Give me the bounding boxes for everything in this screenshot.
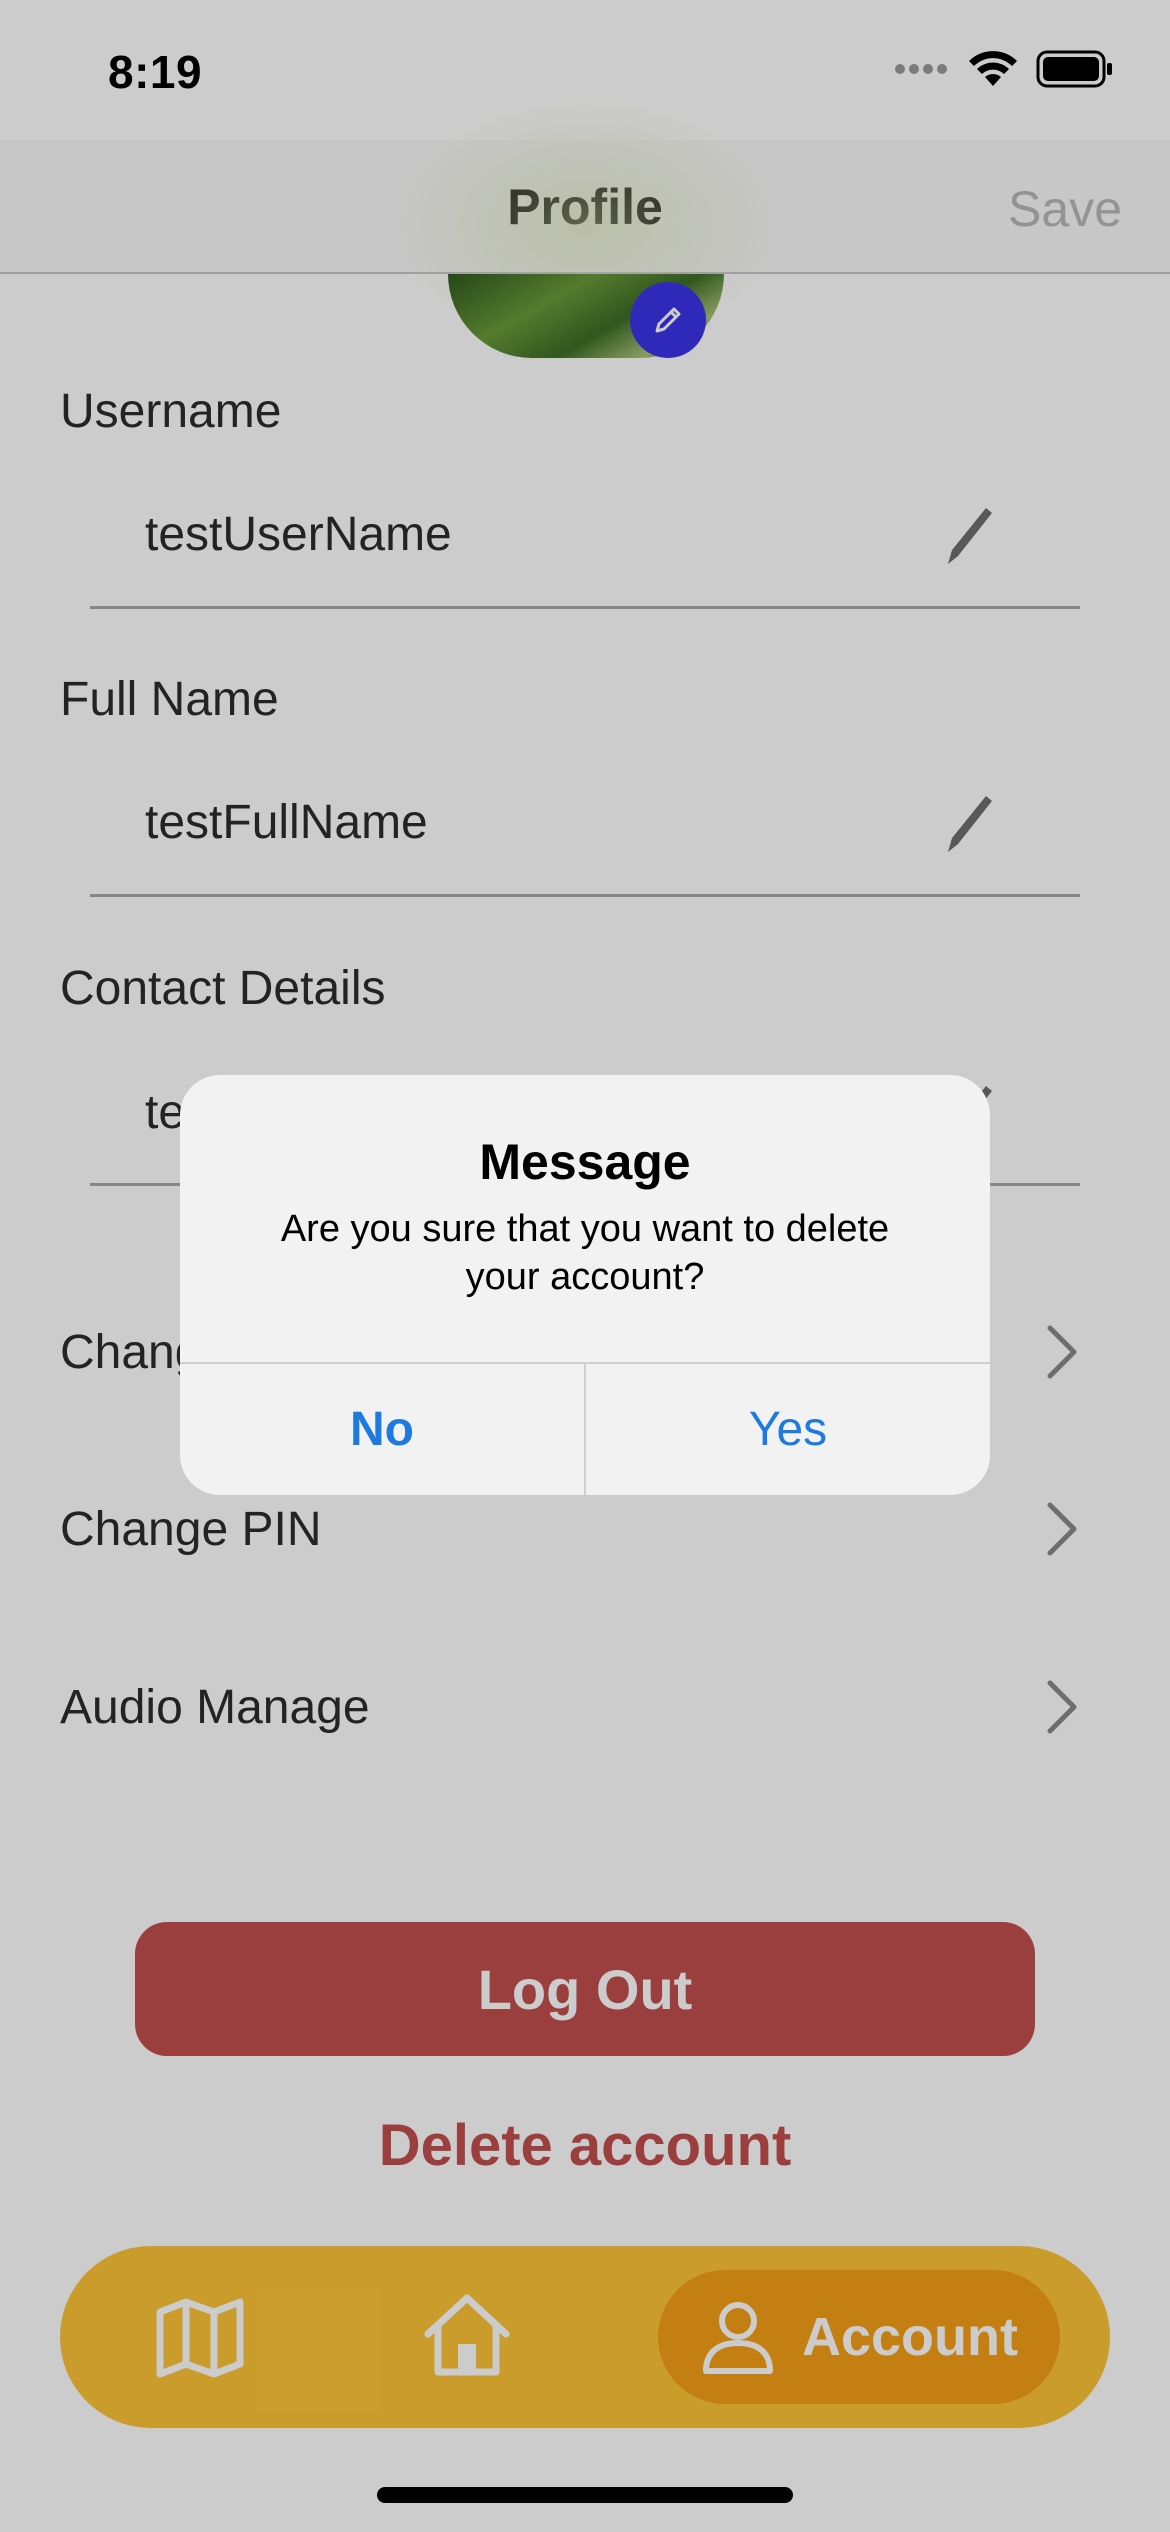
alert-title: Message xyxy=(479,1134,691,1190)
alert-message: Are you sure that you want to delete you… xyxy=(280,1208,890,1298)
alert-dialog: Message Are you sure that you want to de… xyxy=(180,1075,990,1495)
yes-button[interactable]: Yes xyxy=(586,1364,990,1495)
no-button[interactable]: No xyxy=(180,1364,584,1495)
